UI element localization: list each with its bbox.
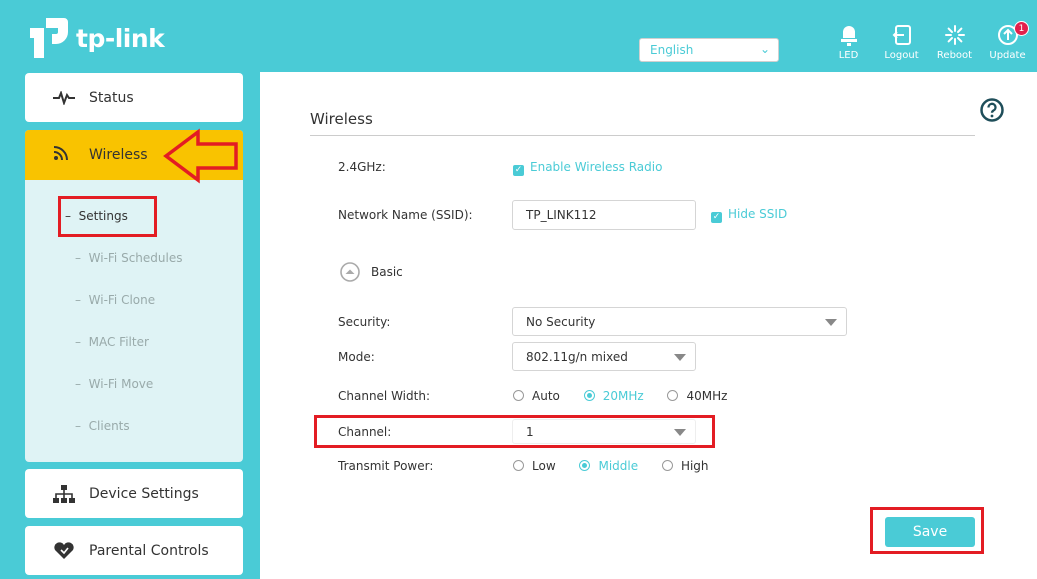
wireless-settings-panel: Wireless 2.4GHz: ✓ Enable Wireless Radio …: [260, 72, 1037, 579]
submenu-wifi-schedules[interactable]: – Wi-Fi Schedules: [75, 251, 182, 265]
update-label: Update: [989, 50, 1026, 61]
sidebar-wireless-label: Wireless: [89, 147, 148, 163]
channel-width-auto[interactable]: Auto: [513, 389, 560, 403]
brand-name: tp-link: [76, 23, 165, 53]
page-title: Wireless: [310, 110, 373, 128]
enable-radio-checkbox[interactable]: ✓ Enable Wireless Radio: [513, 160, 662, 176]
led-icon: [840, 26, 857, 46]
transmit-power-radio-group: Low Middle High: [513, 459, 729, 473]
sidebar-status-label: Status: [89, 89, 134, 106]
submenu-wifi-clone[interactable]: – Wi-Fi Clone: [75, 293, 155, 307]
dropdown-arrow-icon: [825, 318, 837, 326]
ssid-value: TP_LINK112: [526, 208, 597, 222]
sidebar-parental-controls-label: Parental Controls: [89, 542, 209, 559]
basic-label: Basic: [371, 265, 403, 279]
radio-icon: [667, 390, 679, 401]
dropdown-arrow-icon: [674, 353, 686, 361]
transmit-power-high[interactable]: High: [661, 459, 709, 473]
security-value: No Security: [526, 314, 596, 329]
radio-icon: [513, 460, 524, 471]
submenu-label: Clients: [88, 419, 130, 433]
wifi-icon: [53, 145, 75, 165]
submenu-label: Wi-Fi Move: [88, 377, 154, 391]
mode-value: 802.11g/n mixed: [526, 349, 628, 364]
radio-selected-icon: [583, 390, 595, 401]
led-button[interactable]: LED: [822, 24, 875, 61]
option-label: 40MHz: [686, 389, 728, 403]
chevron-down-icon: ⌄: [759, 42, 770, 56]
radio-icon: [513, 390, 524, 401]
submenu-label: MAC Filter: [88, 335, 149, 349]
logout-icon: [892, 25, 911, 45]
band-label: 2.4GHz:: [338, 160, 386, 174]
radio-icon: [661, 460, 673, 471]
transmit-power-label: Transmit Power:: [338, 459, 434, 473]
enable-radio-label: Enable Wireless Radio: [530, 160, 663, 174]
sidebar-item-status[interactable]: Status: [25, 73, 243, 122]
chevron-up-circle-icon: [340, 262, 360, 282]
hide-ssid-label: Hide SSID: [728, 207, 788, 221]
submenu-label: Wi-Fi Clone: [88, 293, 156, 307]
submenu-mac-filter[interactable]: – MAC Filter: [75, 335, 149, 349]
language-value: English: [650, 43, 694, 57]
option-label: Auto: [532, 389, 560, 403]
language-select[interactable]: English ⌄: [639, 38, 779, 62]
radio-selected-icon: [579, 460, 591, 471]
submenu-label: Wi-Fi Schedules: [88, 251, 183, 265]
security-select[interactable]: No Security: [512, 307, 847, 336]
mode-select[interactable]: 802.11g/n mixed: [512, 342, 696, 371]
reboot-icon: [944, 25, 965, 45]
basic-toggle[interactable]: Basic: [340, 262, 403, 282]
heart-icon: [53, 541, 75, 560]
option-label: High: [680, 459, 709, 473]
logout-label: Logout: [884, 50, 919, 61]
annotation-box-channel: [314, 415, 715, 448]
reboot-label: Reboot: [936, 50, 973, 61]
help-icon[interactable]: [980, 98, 1004, 122]
annotation-box-settings: [58, 196, 157, 237]
channel-width-20mhz[interactable]: 20MHz: [583, 389, 644, 403]
channel-width-label: Channel Width:: [338, 389, 430, 403]
mode-label: Mode:: [338, 350, 375, 364]
annotation-arrow-icon: [163, 128, 238, 184]
submenu-clients[interactable]: – Clients: [75, 419, 130, 433]
option-label: Middle: [598, 459, 639, 473]
sidebar-item-device-settings[interactable]: Device Settings: [25, 469, 243, 518]
annotation-box-save: [870, 507, 984, 554]
channel-width-40mhz[interactable]: 40MHz: [667, 389, 727, 403]
option-label: Low: [532, 459, 556, 473]
sidebar-device-settings-label: Device Settings: [89, 485, 199, 502]
ssid-label: Network Name (SSID):: [338, 208, 473, 222]
security-label: Security:: [338, 315, 391, 329]
led-label: LED: [838, 50, 859, 61]
network-tree-icon: [53, 484, 75, 503]
channel-width-radio-group: Auto 20MHz 40MHz: [513, 389, 747, 403]
logout-button[interactable]: Logout: [875, 24, 928, 61]
checkmark-icon: ✓: [711, 212, 722, 223]
transmit-power-low[interactable]: Low: [513, 459, 556, 473]
submenu-wifi-move[interactable]: – Wi-Fi Move: [75, 377, 153, 391]
tp-link-logo: tp-link: [24, 14, 165, 62]
pulse-icon: [53, 90, 75, 105]
title-divider: [310, 135, 975, 136]
checkmark-icon: ✓: [513, 165, 524, 176]
tp-link-logo-icon: [24, 14, 72, 62]
transmit-power-middle[interactable]: Middle: [579, 459, 638, 473]
hide-ssid-checkbox[interactable]: ✓ Hide SSID: [711, 207, 787, 223]
update-badge: 1: [1014, 21, 1029, 36]
ssid-input[interactable]: TP_LINK112: [512, 200, 696, 230]
option-label: 20MHz: [602, 389, 644, 403]
update-button[interactable]: 1 Update: [981, 21, 1034, 61]
reboot-button[interactable]: Reboot: [928, 24, 981, 61]
sidebar-item-parental-controls[interactable]: Parental Controls: [25, 526, 243, 575]
